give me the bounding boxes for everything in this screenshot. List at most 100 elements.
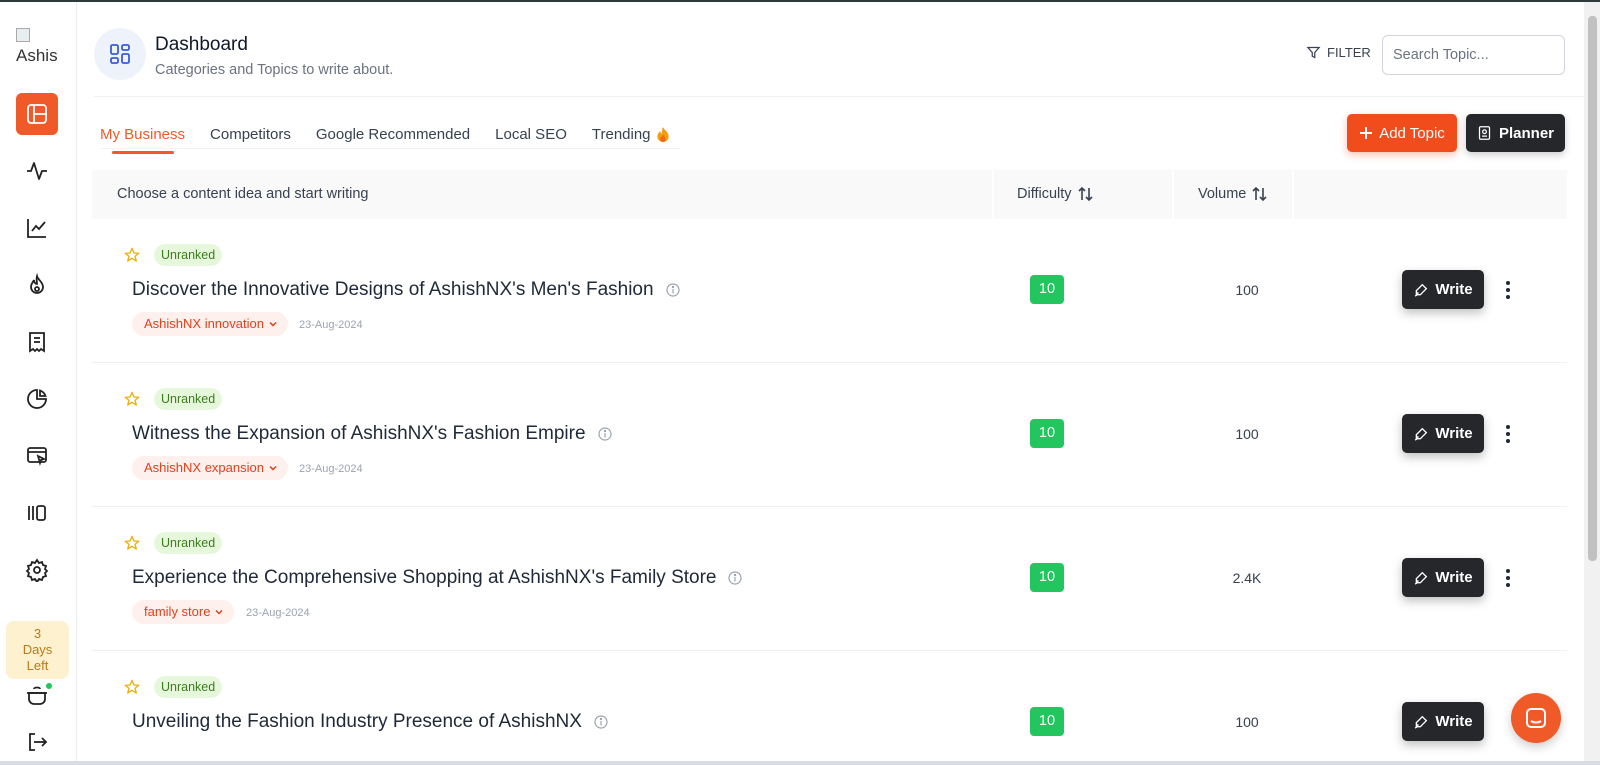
fire-icon bbox=[656, 127, 669, 142]
star-icon[interactable] bbox=[124, 679, 140, 695]
topic-title[interactable]: Witness the Expansion of AshishNX's Fash… bbox=[132, 423, 612, 445]
topic-title[interactable]: Unveiling the Fashion Industry Presence … bbox=[132, 711, 608, 733]
sidebar-item-trending[interactable] bbox=[16, 264, 58, 306]
vertical-scrollbar[interactable] bbox=[1584, 2, 1600, 765]
chevron-down-icon bbox=[269, 465, 277, 471]
screen-cursor-icon bbox=[27, 447, 47, 467]
info-icon[interactable] bbox=[597, 427, 612, 441]
tab-my-business[interactable]: My Business bbox=[100, 126, 185, 154]
tab-trending[interactable]: Trending bbox=[592, 126, 669, 143]
write-button[interactable]: Write bbox=[1402, 702, 1484, 741]
star-icon[interactable] bbox=[124, 247, 140, 263]
topic-title-text: Discover the Innovative Designs of Ashis… bbox=[132, 279, 654, 300]
filter-icon bbox=[1306, 46, 1321, 59]
tab-google-recommended[interactable]: Google Recommended bbox=[316, 126, 470, 143]
planner-label: Planner bbox=[1498, 124, 1555, 142]
volume-value: 100 bbox=[1235, 426, 1259, 442]
tab-bar: My Business Competitors Google Recommend… bbox=[100, 126, 669, 154]
write-label: Write bbox=[1435, 713, 1473, 730]
gear-icon bbox=[25, 558, 49, 582]
difficulty-badge: 10 bbox=[1030, 275, 1064, 304]
keyword-tag[interactable]: family store bbox=[132, 600, 235, 624]
logo[interactable]: Ashis bbox=[16, 28, 60, 68]
column-separator bbox=[992, 170, 994, 219]
keyword-tag[interactable]: AshishNX innovation bbox=[132, 312, 288, 336]
info-icon[interactable] bbox=[594, 715, 608, 729]
sidebar-item-ads[interactable] bbox=[16, 435, 58, 477]
difficulty-label: Difficulty bbox=[1017, 186, 1072, 202]
sidebar-item-notifications[interactable] bbox=[16, 674, 58, 716]
write-button[interactable]: Write bbox=[1402, 270, 1484, 309]
write-button[interactable]: Write bbox=[1402, 414, 1484, 453]
tab-trending-label: Trending bbox=[591, 126, 651, 143]
broken-image-icon bbox=[16, 28, 30, 42]
filter-button[interactable]: FILTER bbox=[1306, 45, 1371, 60]
sidebar-item-activity[interactable] bbox=[16, 150, 58, 192]
sidebar: Ashis 3 Days Left bbox=[0, 2, 77, 765]
column-separator bbox=[1172, 170, 1174, 219]
sidebar-item-logout[interactable] bbox=[16, 721, 58, 763]
header-divider bbox=[94, 96, 1584, 97]
write-pen-icon bbox=[1415, 283, 1428, 297]
tabs-underline-track bbox=[100, 148, 680, 149]
sidebar-item-analytics[interactable] bbox=[16, 207, 58, 249]
topic-title-text: Unveiling the Fashion Industry Presence … bbox=[132, 711, 582, 732]
activity-icon bbox=[27, 162, 47, 180]
plus-icon bbox=[1360, 127, 1373, 139]
info-icon[interactable] bbox=[728, 571, 743, 585]
created-date: 23-Aug-2024 bbox=[299, 463, 363, 475]
trending-chart-icon bbox=[27, 219, 46, 238]
column-header-difficulty[interactable]: Difficulty bbox=[1017, 186, 1094, 202]
star-icon[interactable] bbox=[124, 391, 140, 407]
sidebar-item-library[interactable] bbox=[16, 492, 58, 534]
sidebar-item-settings[interactable] bbox=[16, 549, 58, 591]
topic-title-text: Witness the Expansion of AshishNX's Fash… bbox=[132, 423, 586, 444]
table-row: Unranked Witness the Expansion of Ashish… bbox=[92, 363, 1567, 507]
write-pen-icon bbox=[1415, 715, 1428, 729]
keyword-tag-label: AshishNX expansion bbox=[144, 460, 264, 475]
sidebar-item-documents[interactable] bbox=[16, 321, 58, 363]
sidebar-item-reports[interactable] bbox=[16, 378, 58, 420]
add-topic-button[interactable]: Add Topic bbox=[1347, 114, 1457, 152]
search-input[interactable] bbox=[1382, 35, 1565, 75]
tab-competitors[interactable]: Competitors bbox=[210, 126, 291, 143]
logout-icon bbox=[29, 733, 48, 751]
write-pen-icon bbox=[1415, 571, 1428, 585]
chat-launcher-button[interactable] bbox=[1511, 693, 1561, 743]
write-label: Write bbox=[1435, 569, 1473, 586]
created-date: 23-Aug-2024 bbox=[246, 607, 310, 619]
main-content: Dashboard Categories and Topics to write… bbox=[77, 2, 1584, 765]
logo-alt-text: Ashis bbox=[16, 46, 58, 65]
star-icon[interactable] bbox=[124, 535, 140, 551]
keyword-tag[interactable]: AshishNX expansion bbox=[132, 456, 288, 480]
write-button[interactable]: Write bbox=[1402, 558, 1484, 597]
page-subtitle: Categories and Topics to write about. bbox=[155, 62, 394, 78]
difficulty-badge: 10 bbox=[1030, 419, 1064, 448]
chat-icon bbox=[1526, 708, 1546, 728]
receipt-icon bbox=[29, 332, 45, 353]
more-options-icon[interactable] bbox=[1505, 425, 1511, 445]
topic-title[interactable]: Experience the Comprehensive Shopping at… bbox=[132, 567, 743, 589]
flame-icon bbox=[30, 273, 44, 294]
trial-unit: Days bbox=[22, 642, 53, 657]
table-row: Unranked Unveiling the Fashion Industry … bbox=[92, 651, 1567, 765]
topic-title[interactable]: Discover the Innovative Designs of Ashis… bbox=[132, 279, 680, 301]
column-header-volume[interactable]: Volume bbox=[1198, 186, 1268, 202]
difficulty-badge: 10 bbox=[1030, 707, 1064, 736]
more-options-icon[interactable] bbox=[1505, 569, 1511, 589]
planner-button[interactable]: Planner bbox=[1466, 114, 1565, 152]
keyword-tag-label: AshishNX innovation bbox=[144, 316, 264, 331]
window-bottom-border bbox=[0, 761, 1600, 765]
info-icon[interactable] bbox=[665, 283, 680, 297]
difficulty-badge: 10 bbox=[1030, 563, 1064, 592]
topic-title-text: Experience the Comprehensive Shopping at… bbox=[132, 567, 717, 588]
status-badge: Unranked bbox=[154, 676, 223, 698]
trial-days-left-badge[interactable]: 3 Days Left bbox=[6, 621, 69, 679]
dashboard-icon-circle bbox=[94, 28, 146, 80]
pie-chart-icon bbox=[27, 389, 47, 409]
sidebar-item-dashboard[interactable] bbox=[16, 93, 58, 135]
tab-local-seo[interactable]: Local SEO bbox=[495, 126, 567, 143]
scrollbar-thumb[interactable] bbox=[1588, 16, 1597, 561]
more-options-icon[interactable] bbox=[1505, 281, 1511, 301]
add-topic-label: Add Topic bbox=[1379, 124, 1445, 142]
